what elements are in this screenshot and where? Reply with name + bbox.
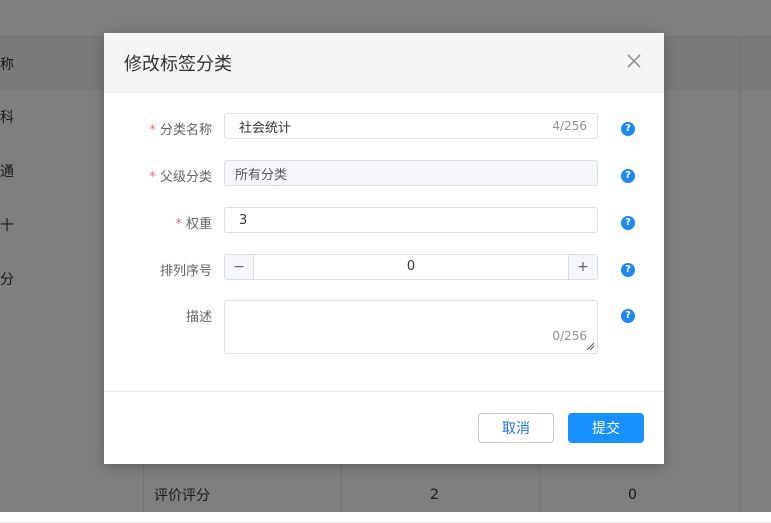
weight-label: * 权重 xyxy=(104,213,212,232)
help-icon[interactable]: ? xyxy=(621,263,635,277)
close-icon[interactable] xyxy=(624,51,644,71)
parent-category-field: 所有分类 xyxy=(224,160,598,186)
stepper-value[interactable]: 0 xyxy=(253,255,569,279)
required-mark: * xyxy=(175,217,182,232)
required-mark: * xyxy=(149,123,156,138)
cancel-button[interactable]: 取消 xyxy=(478,413,554,443)
dialog-title: 修改标签分类 xyxy=(124,54,232,75)
char-count: 0/256 xyxy=(552,329,587,343)
label-text: 父级分类 xyxy=(159,170,212,185)
increment-button[interactable]: + xyxy=(568,255,597,279)
edit-tag-category-dialog: 修改标签分类 * 分类名称 社会统计 4/256 ? * 父级分类 所有分类 ? *… xyxy=(104,33,664,464)
description-textarea[interactable]: 0/256 xyxy=(224,300,598,354)
category-name-input[interactable]: 社会统计 4/256 xyxy=(224,113,598,139)
input-value: 所有分类 xyxy=(235,167,288,183)
help-icon[interactable]: ? xyxy=(621,309,635,323)
required-mark: * xyxy=(149,170,156,185)
category-name-label: * 分类名称 xyxy=(104,119,212,138)
input-value: 社会统计 xyxy=(239,120,292,136)
footer-divider xyxy=(104,391,664,392)
parent-category-label: * 父级分类 xyxy=(104,166,212,185)
dialog-header: 修改标签分类 xyxy=(104,33,664,93)
description-label: 描述 xyxy=(185,310,212,325)
label-text: 分类名称 xyxy=(159,123,212,138)
help-icon[interactable]: ? xyxy=(621,216,635,230)
resize-handle-icon[interactable] xyxy=(585,341,595,351)
sort-order-label: 排列序号 xyxy=(159,264,212,279)
input-value: 3 xyxy=(239,212,248,228)
weight-input[interactable]: 3 xyxy=(224,207,598,233)
submit-button[interactable]: 提交 xyxy=(568,413,644,443)
help-icon[interactable]: ? xyxy=(621,169,635,183)
label-text: 权重 xyxy=(185,217,212,232)
decrement-button[interactable]: − xyxy=(225,255,254,279)
help-icon[interactable]: ? xyxy=(621,122,635,136)
sort-order-stepper[interactable]: − 0 + xyxy=(224,254,598,280)
char-count: 4/256 xyxy=(552,119,587,133)
